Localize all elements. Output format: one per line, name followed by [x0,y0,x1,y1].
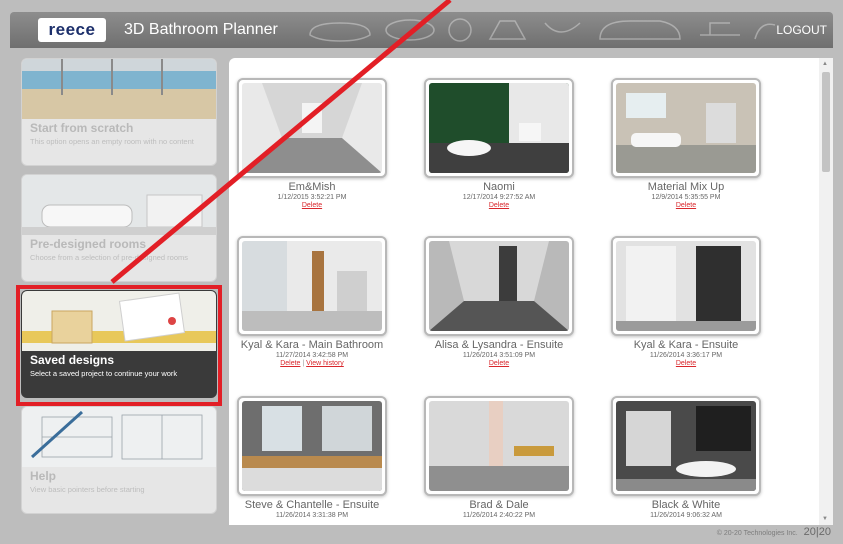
bathroom-render-image [616,241,756,331]
design-card[interactable]: Em&Mish 1/12/2015 3:52:21 PM Delete [237,78,387,209]
delete-link[interactable]: Delete [489,360,509,367]
design-card[interactable]: Brad & Dale 11/26/2014 2:40:22 PM [424,396,574,519]
copyright-text: © 20-20 Technologies Inc. [716,530,798,537]
design-thumbnail[interactable] [611,236,761,336]
design-name: Alisa & Lysandra - Ensuite [434,339,564,351]
bathroom-render-image [616,401,756,491]
pre-designed-room-image [22,175,216,235]
sidebar-item-pre-designed-rooms[interactable]: Pre-designed rooms Choose from a selecti… [21,174,217,282]
vertical-scrollbar[interactable]: ▲ ▼ [819,58,833,525]
design-card[interactable]: Black & White 11/26/2014 9:06:32 AM [611,396,761,519]
sidebar-item-title: Help [30,469,57,483]
delete-link[interactable]: Delete [489,202,509,209]
designs-grid: Em&Mish 1/12/2015 3:52:21 PM Delete Naom… [229,58,819,525]
bathroom-fixtures-decoration-icon [309,18,776,42]
reece-logo[interactable]: reece [38,18,106,42]
bathroom-render-image [616,83,756,173]
sidebar-item-description: Choose from a selection of pre-designed … [30,253,188,262]
delete-link[interactable]: Delete [280,360,300,367]
sidebar-item-description: View basic pointers before starting [30,485,145,494]
design-name: Material Mix Up [647,181,725,193]
sidebar-item-start-from-scratch[interactable]: Start from scratch This option opens an … [21,58,217,166]
bathroom-render-image [429,83,569,173]
view-history-link[interactable]: View history [306,360,344,367]
design-thumbnail[interactable] [424,396,574,496]
bathroom-render-image [242,241,382,331]
design-thumbnail[interactable] [237,236,387,336]
sidebar-item-help[interactable]: Help View basic pointers before starting [21,406,217,514]
bathroom-render-image [242,401,382,491]
saved-designs-panel: Em&Mish 1/12/2015 3:52:21 PM Delete Naom… [229,58,833,525]
app-header: reece 3D Bathroom Planner LOGOUT [10,12,833,48]
design-name: Black & White [651,499,721,511]
design-card[interactable]: Kyal & Kara - Main Bathroom 11/27/2014 3… [237,236,387,367]
design-date: 11/26/2014 3:31:38 PM [275,512,349,519]
design-thumbnail[interactable] [424,236,574,336]
design-name: Brad & Dale [469,499,529,511]
design-card[interactable]: Naomi 12/17/2014 9:27:52 AM Delete [424,78,574,209]
link-separator: | [302,360,305,367]
design-card[interactable]: Kyal & Kara - Ensuite 11/26/2014 3:36:17… [611,236,761,367]
scroll-up-arrow-icon[interactable]: ▲ [822,61,828,67]
design-thumbnail[interactable] [424,78,574,178]
design-date: 12/17/2014 9:27:52 AM [462,194,536,201]
design-name: Em&Mish [288,181,336,193]
highlight-annotation-box [16,285,222,406]
bathroom-render-image [429,241,569,331]
design-thumbnail[interactable] [611,396,761,496]
bathroom-render-image [429,401,569,491]
design-date: 1/12/2015 3:52:21 PM [277,194,347,201]
design-date: 11/27/2014 3:42:58 PM [275,352,349,359]
sidebar-item-title: Pre-designed rooms [30,237,147,251]
design-card[interactable]: Material Mix Up 12/9/2014 5:35:55 PM Del… [611,78,761,209]
design-thumbnail[interactable] [611,78,761,178]
design-date: 11/26/2014 9:06:32 AM [650,512,722,519]
delete-link[interactable]: Delete [676,202,696,209]
logout-button[interactable]: LOGOUT [776,23,827,37]
design-date: 11/26/2014 3:36:17 PM [649,352,723,359]
help-blueprint-image [22,407,216,467]
2020-logo: 20|20 [803,526,831,538]
empty-room-image [22,59,216,119]
sidebar-item-title: Start from scratch [30,121,134,135]
design-name: Kyal & Kara - Ensuite [633,339,739,351]
scroll-down-arrow-icon[interactable]: ▼ [822,516,828,522]
sidebar-item-description: This option opens an empty room with no … [30,137,194,146]
design-name: Steve & Chantelle - Ensuite [244,499,380,511]
design-thumbnail[interactable] [237,396,387,496]
design-thumbnail[interactable] [237,78,387,178]
design-date: 11/26/2014 3:51:09 PM [462,352,536,359]
design-name: Kyal & Kara - Main Bathroom [240,339,384,351]
design-date: 12/9/2014 5:35:55 PM [651,194,721,201]
footer: © 20-20 Technologies Inc. 20|20 [717,526,831,538]
scrollbar-thumb[interactable] [822,72,830,172]
bathroom-render-image [242,83,382,173]
app-title: 3D Bathroom Planner [124,21,278,38]
design-card[interactable]: Alisa & Lysandra - Ensuite 11/26/2014 3:… [424,236,574,367]
delete-link[interactable]: Delete [676,360,696,367]
delete-link[interactable]: Delete [302,202,322,209]
design-card[interactable]: Steve & Chantelle - Ensuite 11/26/2014 3… [237,396,387,519]
design-name: Naomi [483,181,515,193]
design-date: 11/26/2014 2:40:22 PM [462,512,536,519]
